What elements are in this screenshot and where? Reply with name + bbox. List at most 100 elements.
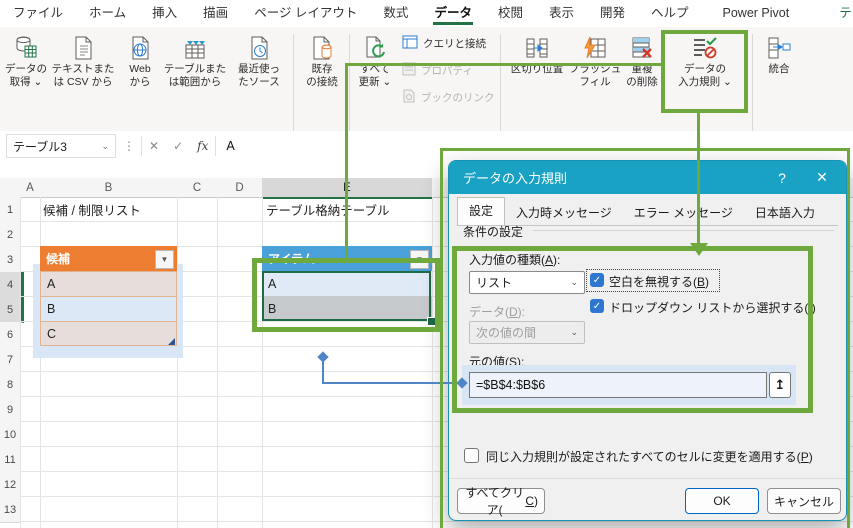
tab-home[interactable]: ホーム xyxy=(76,1,139,26)
recent-clock-icon xyxy=(246,33,272,63)
select-all-corner[interactable] xyxy=(0,178,21,198)
tab-insert[interactable]: 挿入 xyxy=(139,1,190,26)
database-table-icon xyxy=(13,33,39,63)
tab-help[interactable]: ヘルプ xyxy=(638,1,702,26)
existing-connections-button[interactable]: 既存 の接続 xyxy=(298,30,346,122)
row-header-11[interactable]: 11 xyxy=(0,447,21,473)
text-file-icon xyxy=(70,33,96,63)
workbook-links-icon xyxy=(402,89,416,106)
row-header-2[interactable]: 2 xyxy=(0,222,21,248)
name-box-splitter-icon[interactable]: ⋮ xyxy=(116,139,141,153)
filter-dropdown-icon[interactable]: ▼ xyxy=(155,250,174,269)
refresh-label2: 更新 ⌄ xyxy=(358,76,392,88)
name-box[interactable]: テーブル3 ⌄ xyxy=(6,134,116,158)
tab-developer[interactable]: 開発 xyxy=(587,1,638,26)
row-header-3[interactable]: 3 xyxy=(0,247,21,273)
tab-formulas[interactable]: 数式 xyxy=(370,1,421,26)
remove-duplicates-icon xyxy=(629,33,655,63)
row-header-10[interactable]: 10 xyxy=(0,422,21,448)
col-header-B[interactable]: B xyxy=(40,178,178,198)
consolidate-button[interactable]: 統合 xyxy=(757,30,801,122)
tab-draw[interactable]: 描画 xyxy=(190,1,241,26)
get-data-label: データの xyxy=(5,63,47,75)
text-to-columns-icon xyxy=(524,33,550,63)
row-header-7[interactable]: 7 xyxy=(0,347,21,373)
table-candidates-header[interactable]: 候補 ▼ xyxy=(40,246,177,271)
name-box-caret-icon[interactable]: ⌄ xyxy=(101,141,109,152)
cell-B6[interactable]: C xyxy=(40,321,177,346)
formula-bar-value[interactable]: A xyxy=(216,139,234,153)
tab-view[interactable]: 表示 xyxy=(536,1,587,26)
flash-fill-button[interactable]: フラッシュ フィル xyxy=(569,30,621,122)
tab-page-layout[interactable]: ページ レイアウト xyxy=(241,1,370,26)
row-header-13[interactable]: 13 xyxy=(0,497,21,523)
ribbon-divider xyxy=(500,34,501,132)
annotation-box-table-selection xyxy=(252,258,440,332)
cell-E1[interactable]: テーブル格納テーブル xyxy=(266,197,390,222)
name-box-value: テーブル3 xyxy=(13,139,67,154)
ribbon-divider xyxy=(752,34,753,132)
refresh-icon xyxy=(362,33,388,63)
table-resize-handle[interactable] xyxy=(168,338,175,345)
from-table-range-button[interactable]: テーブルまた は範囲から xyxy=(160,30,230,122)
confirm-entry-icon[interactable]: ✓ xyxy=(166,139,190,153)
queries-window-icon xyxy=(402,35,418,52)
annotation-line-horizontal xyxy=(347,63,661,66)
flash-fill-icon xyxy=(582,33,608,63)
table-candidates: 候補 ▼ A B C xyxy=(40,246,177,346)
from-text-label2: は CSV から xyxy=(53,76,113,88)
from-text-csv-button[interactable]: テキストまた は CSV から xyxy=(48,30,118,122)
cell-B5[interactable]: B xyxy=(40,296,177,321)
ribbon-divider xyxy=(293,34,294,132)
from-table-label2: は範囲から xyxy=(168,76,222,88)
from-table-label: テーブルまた xyxy=(163,63,227,75)
cell-B4[interactable]: A xyxy=(40,271,177,296)
tab-table-design[interactable]: テーブル デザイン xyxy=(826,1,853,26)
cancel-entry-icon[interactable]: ✕ xyxy=(142,139,166,153)
row-header-6[interactable]: 6 xyxy=(0,322,21,348)
from-text-label: テキストまた xyxy=(51,63,115,75)
queries-label: クエリと接続 xyxy=(423,38,486,50)
row-header-9[interactable]: 9 xyxy=(0,397,21,423)
from-web-label: Web xyxy=(129,63,151,75)
from-web-label2: から xyxy=(129,76,151,88)
recent-label2: たソース xyxy=(238,76,280,88)
existing-label: 既存 xyxy=(311,63,333,75)
row-header-1[interactable]: 1 xyxy=(0,197,21,223)
table-candidates-header-label: 候補 xyxy=(46,252,71,266)
annotation-box-dialog-settings xyxy=(452,246,813,413)
from-web-button[interactable]: Web から xyxy=(120,30,160,122)
recent-sources-button[interactable]: 最近使っ たソース xyxy=(231,30,287,122)
annotation-arrowhead xyxy=(690,243,708,256)
cell-B1[interactable]: 候補 / 制限リスト xyxy=(43,197,141,222)
flash-fill-label2: フィル xyxy=(579,76,611,88)
col-header-C[interactable]: C xyxy=(177,178,218,198)
tab-data[interactable]: データ xyxy=(421,1,485,26)
ribbon-tab-bar: ファイル ホーム 挿入 描画 ページ レイアウト 数式 データ 校閲 表示 開発… xyxy=(0,0,853,27)
queries-connections-button[interactable]: クエリと接続 xyxy=(402,35,486,52)
ribbon-divider xyxy=(349,34,350,132)
remove-duplicates-button[interactable]: 重複 の削除 xyxy=(621,30,663,122)
excel-window: ファイル ホーム 挿入 描画 ページ レイアウト 数式 データ 校閲 表示 開発… xyxy=(0,0,853,528)
row-header-8[interactable]: 8 xyxy=(0,372,21,398)
consolidate-label: 統合 xyxy=(768,63,790,75)
get-data-label2: 取得 ⌄ xyxy=(9,76,43,88)
annotation-arrow-shaft xyxy=(697,113,700,243)
workbook-links-button: ブックのリンク xyxy=(402,89,495,106)
row-header-12[interactable]: 12 xyxy=(0,472,21,498)
existing-label2: の接続 xyxy=(306,76,338,88)
table-range-icon xyxy=(182,33,208,63)
tab-power-pivot[interactable]: Power Pivot xyxy=(710,1,803,26)
remove-duplicates-label2: の削除 xyxy=(626,76,658,88)
get-data-button[interactable]: データの 取得 ⌄ xyxy=(4,30,48,122)
insert-function-icon[interactable]: fx xyxy=(190,139,215,153)
refresh-all-button[interactable]: すべて 更新 ⌄ xyxy=(352,30,398,122)
annotation-box-ribbon-button xyxy=(661,30,748,113)
text-to-columns-button[interactable]: 区切り位置 xyxy=(506,30,568,122)
tab-file[interactable]: ファイル xyxy=(0,1,76,26)
col-header-D[interactable]: D xyxy=(217,178,263,198)
existing-connections-icon xyxy=(309,33,335,63)
col-header-A[interactable]: A xyxy=(20,178,41,198)
tab-review[interactable]: 校閲 xyxy=(485,1,536,26)
annotation-line-vertical xyxy=(345,63,348,259)
